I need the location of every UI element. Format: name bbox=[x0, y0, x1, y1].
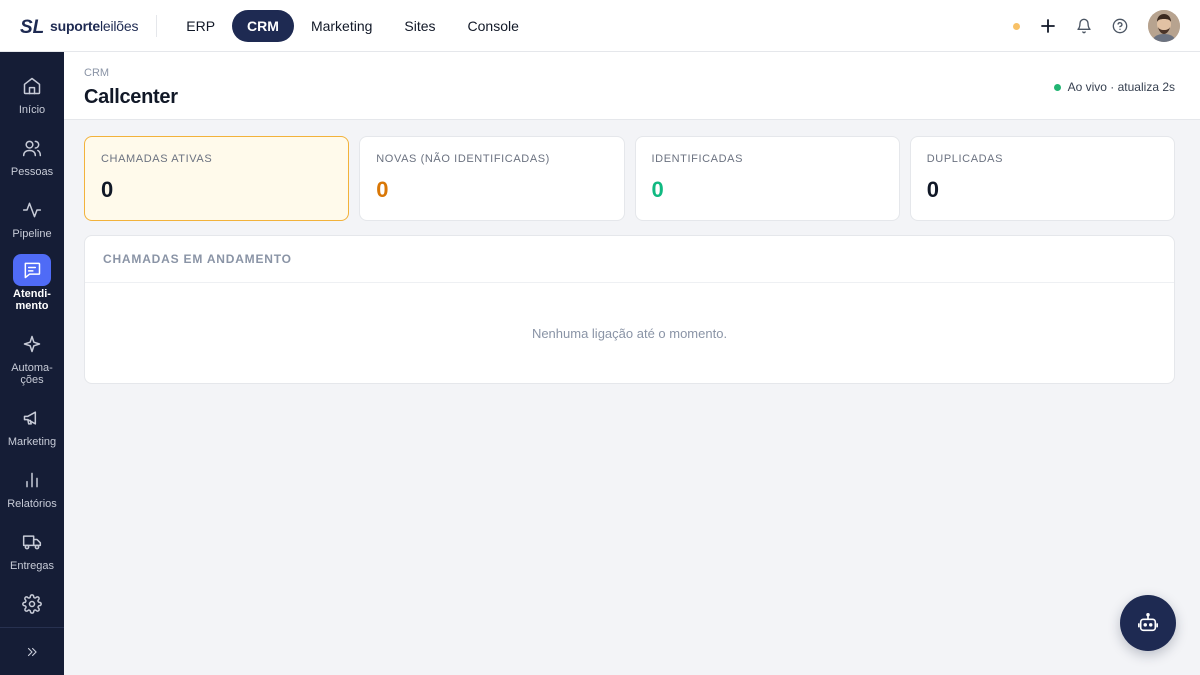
sidebar-item-label: Atendi- mento bbox=[13, 288, 51, 312]
chevrons-right-icon bbox=[27, 647, 37, 656]
notifications-button[interactable] bbox=[1074, 16, 1094, 36]
live-status-text: Ao vivo · atualiza 2s bbox=[1067, 80, 1175, 94]
megaphone-icon bbox=[23, 411, 37, 425]
top-nav-crm[interactable]: CRM bbox=[232, 9, 294, 42]
logo-mark-icon: SL bbox=[20, 15, 46, 37]
top-nav-marketing[interactable]: Marketing bbox=[296, 10, 387, 42]
stat-value: 0 bbox=[926, 177, 939, 202]
stat-card-new-unidentified: NOVAS (NÃO IDENTIFICADAS) 0 bbox=[359, 136, 625, 221]
stat-label: CHAMADAS ATIVAS bbox=[101, 153, 213, 165]
user-avatar[interactable] bbox=[1148, 10, 1180, 42]
sidebar-item-pipeline[interactable]: Pipeline bbox=[0, 194, 64, 240]
sidebar-item-label: Entregas bbox=[9, 560, 55, 572]
top-nav-sites[interactable]: Sites bbox=[389, 10, 450, 42]
sidebar-item-label: Automa- ções bbox=[11, 362, 53, 386]
users-icon bbox=[22, 140, 42, 157]
robot-icon bbox=[1138, 613, 1158, 632]
logo-divider bbox=[156, 14, 158, 37]
empty-state-text: Nenhuma ligação até o momento. bbox=[531, 326, 728, 341]
sidebar-item-atendimento[interactable]: Atendi- mento bbox=[0, 254, 64, 312]
sidebar-item-label: Marketing bbox=[7, 436, 57, 448]
truck-icon bbox=[22, 535, 42, 550]
assistant-bot-button[interactable] bbox=[1120, 595, 1176, 651]
stats-row: CHAMADAS ATIVAS 0 NOVAS (NÃO IDENTIFICAD… bbox=[84, 136, 1175, 221]
logo[interactable]: SL suporteleilões bbox=[0, 0, 138, 51]
sparkle-icon bbox=[23, 335, 41, 353]
panel-header: CHAMADAS EM ANDAMENTO bbox=[85, 236, 1174, 283]
top-nav: ERP CRM Marketing Sites Console bbox=[171, 9, 534, 42]
sidebar-item-label: Pessoas bbox=[10, 166, 54, 178]
add-button[interactable] bbox=[1038, 16, 1058, 36]
sidebar-item-pessoas[interactable]: Pessoas bbox=[0, 132, 64, 178]
plus-icon bbox=[1041, 19, 1055, 33]
help-button[interactable] bbox=[1110, 16, 1130, 36]
live-status: Ao vivo · atualiza 2s bbox=[1053, 80, 1175, 94]
stat-card-active-calls: CHAMADAS ATIVAS 0 bbox=[84, 136, 350, 221]
sidebar-item-label: Início bbox=[18, 104, 46, 116]
home-icon bbox=[23, 77, 41, 95]
sidebar-item-inicio[interactable]: Início bbox=[0, 70, 64, 116]
top-nav-console[interactable]: Console bbox=[453, 10, 534, 42]
stat-card-duplicated: DUPLICADAS 0 bbox=[909, 136, 1175, 221]
sidebar-expand-button[interactable] bbox=[0, 627, 64, 675]
gear-icon bbox=[22, 594, 42, 614]
calls-in-progress-panel: CHAMADAS EM ANDAMENTO Nenhuma ligação at… bbox=[84, 235, 1175, 384]
logo-text: suporteleilões bbox=[50, 17, 139, 34]
stat-value: 0 bbox=[101, 177, 114, 202]
sidebar-item-settings[interactable] bbox=[0, 588, 64, 620]
sidebar-item-label: Pipeline bbox=[12, 228, 52, 240]
sidebar-item-marketing[interactable]: Marketing bbox=[0, 402, 64, 448]
live-indicator-dot bbox=[1053, 83, 1061, 91]
stat-label: DUPLICADAS bbox=[926, 153, 1004, 165]
page-header: CRM Callcenter Ao vivo · atualiza 2s bbox=[64, 52, 1200, 120]
sidebar: Início Pessoas Pipeline Atendi- mento Au… bbox=[0, 52, 64, 675]
sidebar-item-label: Relatórios bbox=[7, 498, 57, 510]
stat-value: 0 bbox=[376, 177, 389, 202]
help-icon bbox=[1112, 18, 1128, 34]
stat-label: IDENTIFICADAS bbox=[651, 153, 744, 165]
breadcrumb[interactable]: CRM bbox=[84, 67, 109, 79]
stat-card-identified: IDENTIFICADAS 0 bbox=[634, 136, 900, 221]
top-actions bbox=[1013, 0, 1180, 52]
sidebar-item-entregas[interactable]: Entregas bbox=[0, 526, 64, 572]
activity-icon bbox=[22, 202, 42, 218]
avatar-photo-icon bbox=[1148, 10, 1180, 42]
svg-text:SL: SL bbox=[20, 17, 44, 37]
bell-icon bbox=[1077, 18, 1091, 34]
panel-title: CHAMADAS EM ANDAMENTO bbox=[103, 252, 292, 266]
page-title: Callcenter bbox=[84, 86, 178, 108]
connection-status-dot bbox=[1013, 22, 1020, 30]
bar-chart-icon bbox=[26, 472, 38, 488]
chat-icon bbox=[24, 262, 41, 279]
sidebar-item-automacoes[interactable]: Automa- ções bbox=[0, 328, 64, 386]
top-bar: SL suporteleilões ERP CRM Marketing Site… bbox=[0, 0, 1200, 52]
stat-label: NOVAS (NÃO IDENTIFICADAS) bbox=[376, 153, 550, 165]
stat-value: 0 bbox=[651, 177, 664, 202]
sidebar-item-relatorios[interactable]: Relatórios bbox=[0, 464, 64, 510]
top-nav-erp[interactable]: ERP bbox=[171, 10, 230, 42]
